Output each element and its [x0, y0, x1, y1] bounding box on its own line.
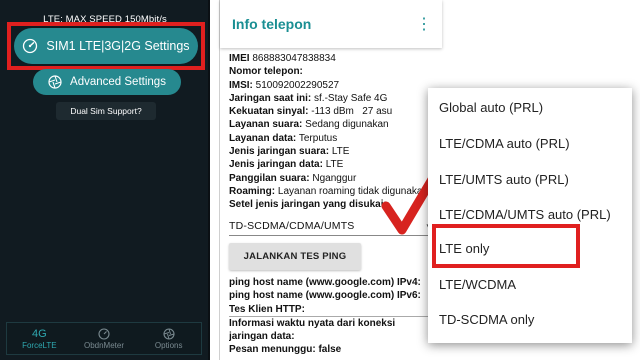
info-label: Jenis jaringan data: [229, 159, 323, 171]
info-row: Layanan data: Terputus [229, 132, 441, 145]
nav-forcelte[interactable]: 4G ForceLTE [7, 323, 72, 354]
info-row: IMSI: 510092002290527 [229, 79, 441, 92]
info-value: sf.-Stay Safe 4G [314, 92, 388, 104]
option-lte-cdma-umts-auto-prl[interactable]: LTE/CDMA/UMTS auto (PRL) [439, 207, 611, 222]
info-value: Nganggur [312, 172, 357, 184]
advanced-settings-label: Advanced Settings [70, 76, 166, 88]
run-ping-test-button[interactable]: JALANKAN TES PING [229, 243, 361, 270]
ping-info-list: ping host name (www.google.com) IPv4: pi… [229, 276, 441, 357]
more-vert-icon[interactable]: ⋮ [416, 14, 432, 34]
info-label: Panggilan suara: [229, 172, 310, 184]
ping-row: Pesan menunggu: false [229, 344, 342, 356]
info-label: IMEI [229, 53, 250, 64]
aperture-icon [48, 75, 62, 89]
info-label: Kekuatan sinyal: [229, 106, 309, 118]
ping-row: ping host name (www.google.com) IPv6: [229, 290, 421, 302]
nav-options-label: Options [154, 340, 183, 350]
highlight-box [432, 224, 580, 268]
gauge-icon [98, 327, 110, 341]
info-label: Layanan data: [229, 132, 297, 144]
option-lte-cdma-auto-prl[interactable]: LTE/CDMA auto (PRL) [439, 136, 570, 151]
info-label: Roaming: [229, 185, 276, 197]
4g-icon: 4G [31, 327, 47, 340]
force-lte-app: LTE: MAX SPEED 150Mbit/s SIM1 LTE|3G|2G … [0, 0, 210, 360]
info-row: Kekuatan sinyal: -113 dBm 27 asu [229, 105, 441, 118]
ping-row: Informasi waktu nyata dari koneksi jarin… [229, 317, 396, 343]
option-lte-umts-auto-prl[interactable]: LTE/UMTS auto (PRL) [439, 172, 569, 187]
option-global-auto-prl[interactable]: Global auto (PRL) [439, 100, 543, 115]
info-label: Layanan suara: [229, 119, 303, 131]
ping-row: Tes Klien HTTP: [229, 303, 441, 317]
info-label: Jenis jaringan suara: [229, 146, 330, 158]
settings-icon [163, 327, 175, 341]
page-title: Info telepon [232, 16, 312, 32]
info-value: Sedang digunakan [305, 119, 389, 131]
info-value: 510092002290527 [255, 79, 340, 91]
info-value: 868883047838834 [252, 53, 336, 64]
info-value: LTE [325, 159, 344, 171]
preferred-network-value: TD-SCDMA/CDMA/UMTS [229, 220, 355, 232]
info-label: Setel jenis jaringan yang disukai: [229, 199, 387, 211]
info-row: Layanan suara: Sedang digunakan [229, 118, 441, 131]
nav-obdnmeter-label: ObdnMeter [83, 340, 125, 350]
info-label: Nomor telepon: [229, 66, 303, 78]
info-value: LTE [331, 146, 350, 158]
nav-options[interactable]: Options [136, 323, 201, 354]
bottom-nav: 4G ForceLTE ObdnMeter Options [6, 322, 202, 355]
highlight-box [7, 22, 205, 70]
option-td-scdma-only[interactable]: TD-SCDMA only [439, 312, 534, 327]
dual-sim-support-button[interactable]: Dual Sim Support? [56, 102, 156, 120]
advanced-settings-button[interactable]: Advanced Settings [33, 69, 181, 95]
info-row: Nomor telepon: [229, 65, 441, 78]
option-lte-wcdma[interactable]: LTE/WCDMA [439, 277, 516, 292]
info-label: IMSI: [229, 79, 253, 91]
info-value: -113 dBm 27 asu [311, 106, 393, 118]
network-type-dropdown: Global auto (PRL) LTE/CDMA auto (PRL) LT… [428, 88, 632, 343]
info-row: IMEI 868883047838834 [229, 52, 441, 65]
info-label: Jaringan saat ini: [229, 92, 312, 104]
app-bar: Info telepon ⋮ [220, 0, 442, 48]
ping-row: ping host name (www.google.com) IPv4: [229, 277, 421, 288]
info-row: Jaringan saat ini: sf.-Stay Safe 4G [229, 92, 441, 105]
nav-obdnmeter[interactable]: ObdnMeter [72, 323, 137, 354]
info-value: Terputus [298, 132, 338, 144]
info-row: Jenis jaringan suara: LTE [229, 145, 441, 158]
nav-forcelte-label: ForceLTE [22, 340, 57, 350]
